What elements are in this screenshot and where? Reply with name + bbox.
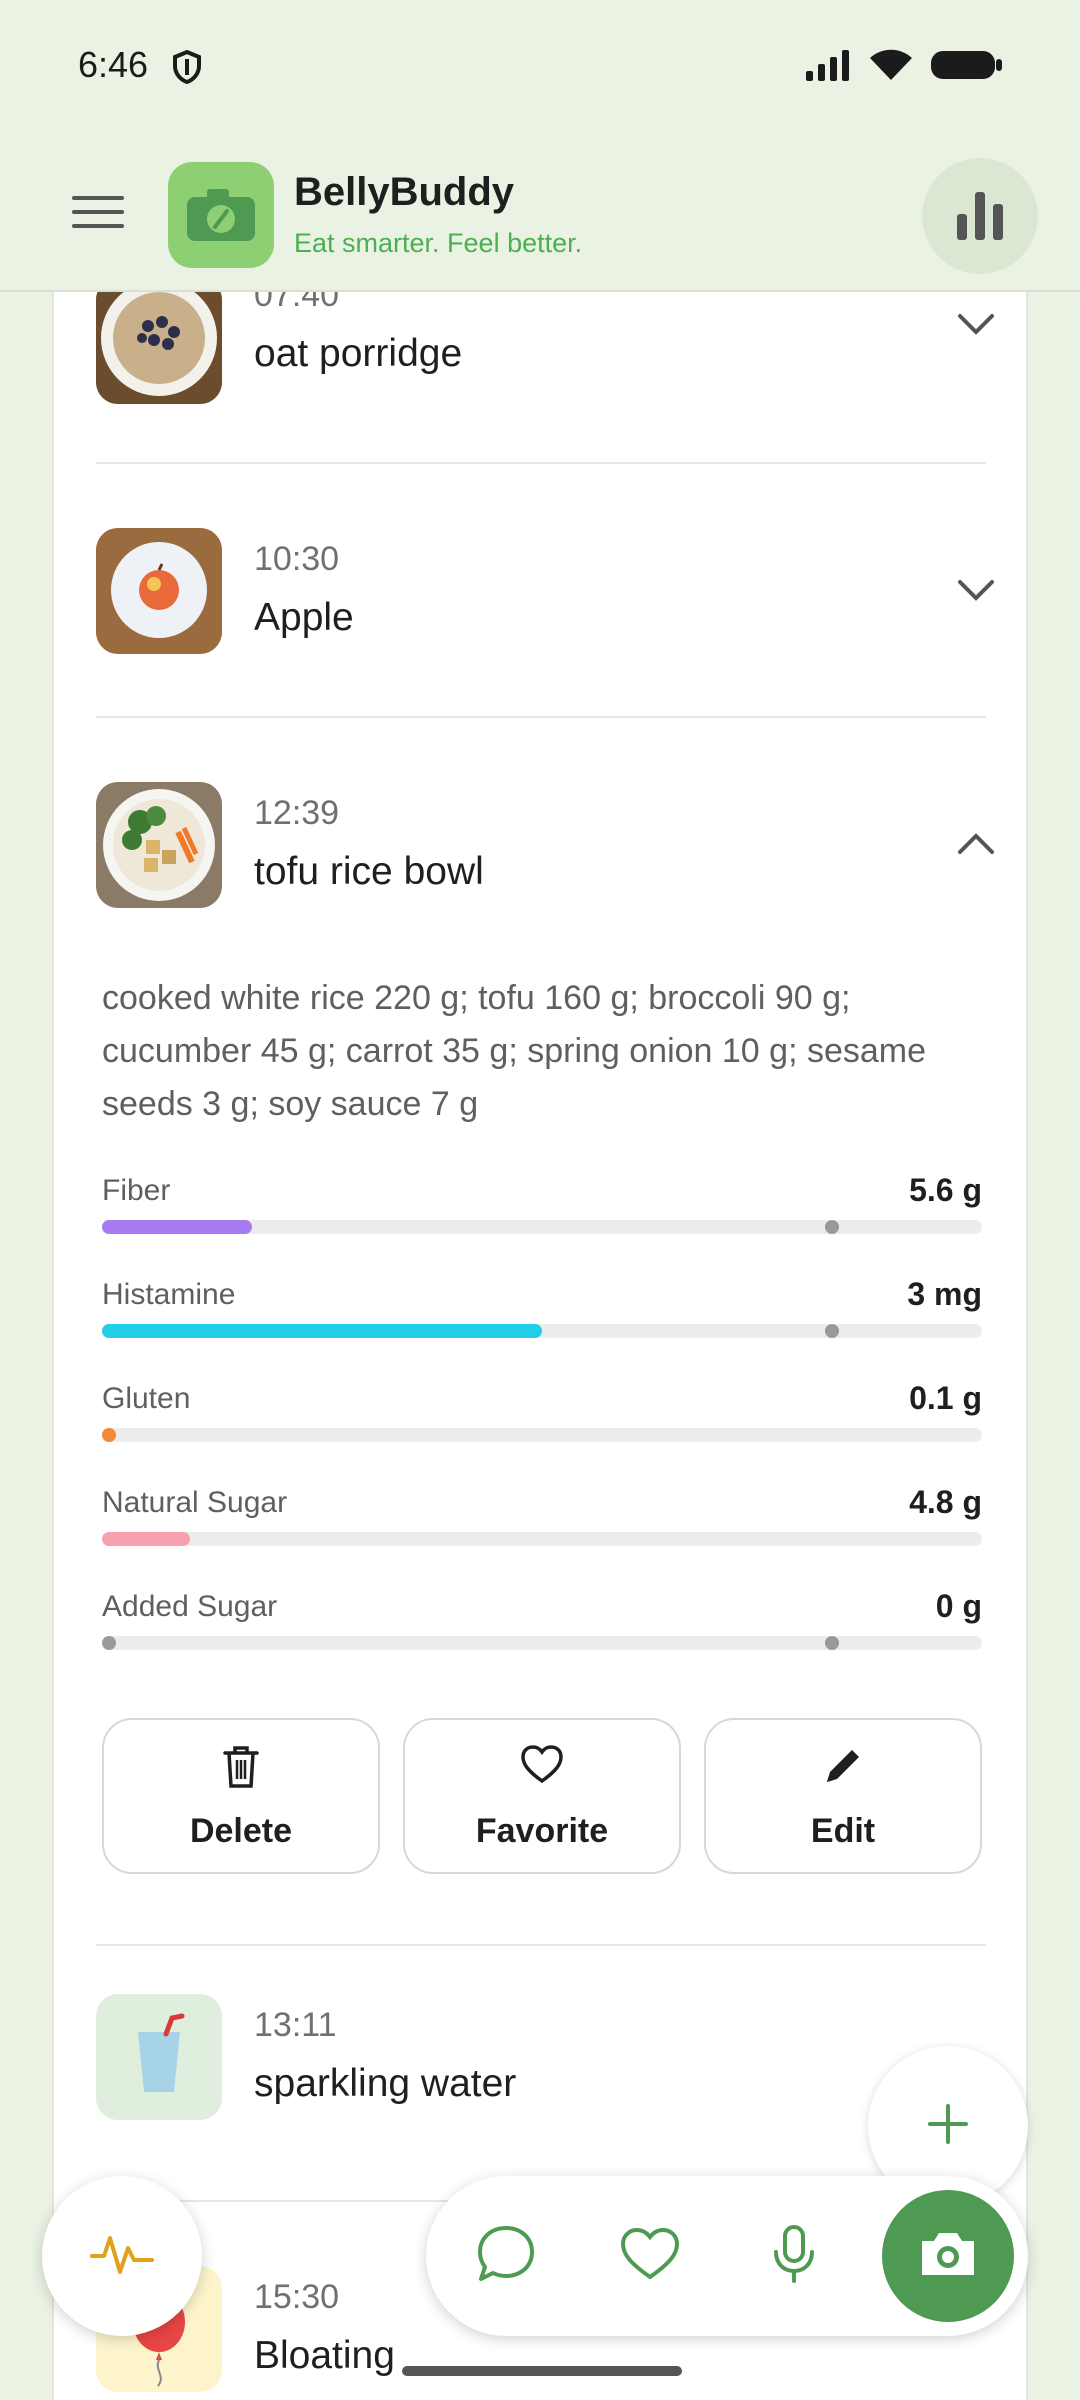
nutrient-gluten: Gluten 0.1 g [102,1380,982,1462]
plus-icon [924,2100,972,2153]
meal-name: sparkling water [254,2062,517,2105]
nutrient-label: Gluten [102,1382,191,1415]
chevron-down-icon[interactable] [954,302,998,346]
meal-item[interactable]: 07:40 oat porridge [96,292,994,432]
delete-label: Delete [189,1812,293,1850]
nutrient-bar-fill [102,1428,116,1442]
heart-icon [620,2227,680,2286]
status-bar: 6:46 [0,0,1080,140]
battery-icon [930,48,1004,87]
nutrient-label: Fiber [102,1174,171,1207]
app-title: BellyBuddy [294,170,515,214]
favorite-button[interactable]: Favorite [403,1718,681,1874]
app-logo [168,162,274,268]
nutrient-value: 4.8 g [909,1484,982,1520]
oat-porridge-photo [96,292,222,404]
statistics-button[interactable] [922,158,1038,274]
wifi-icon [868,48,914,87]
bar-chart-icon [955,188,1005,245]
divider [96,716,986,718]
menu-icon [72,196,124,200]
edit-button[interactable]: Edit [704,1718,982,1874]
app-subtitle: Eat smarter. Feel better. [294,228,583,258]
heart-icon [520,1744,564,1789]
meal-name: Bloating [254,2334,395,2377]
nutrient-bar [102,1428,982,1442]
nutrient-histamine: Histamine 3 mg [102,1276,982,1358]
nutrient-limit-marker [825,1220,839,1234]
meal-ingredients: cooked white rice 220 g; tofu 160 g; bro… [102,979,927,1123]
nutrient-label: Histamine [102,1278,236,1311]
home-indicator [402,2366,682,2376]
nutrient-bar [102,1636,982,1650]
nutrient-bar [102,1532,982,1546]
nutrient-bar-fill [102,1532,190,1546]
trash-icon [221,1744,261,1795]
shield-icon [172,49,202,89]
glass-with-straw-icon [96,1994,222,2120]
nutrient-value: 0 g [935,1588,982,1624]
favorite-label: Favorite [475,1812,609,1850]
edit-label: Edit [810,1812,876,1850]
nutrient-value: 5.6 g [909,1172,982,1208]
favorites-nav-button[interactable] [612,2218,688,2294]
meal-time: 13:11 [254,2006,337,2044]
divider [96,462,986,464]
meal-time: 12:39 [254,794,340,832]
nutrient-bar-fill [102,1324,542,1338]
chat-button[interactable] [468,2218,544,2294]
nutrient-bar-fill [102,1220,252,1234]
camera-icon [918,2229,978,2284]
meal-name: tofu rice bowl [254,850,484,893]
microphone-icon [772,2224,816,2289]
nutrient-label: Natural Sugar [102,1486,288,1519]
menu-button[interactable] [72,196,124,236]
nutrient-fiber: Fiber 5.6 g [102,1172,982,1254]
nutrient-added-sugar: Added Sugar 0 g [102,1588,982,1670]
voice-input-button[interactable] [756,2218,832,2294]
meal-name: oat porridge [254,332,463,375]
meal-item-expanded[interactable]: 12:39 tofu rice bowl [96,782,994,942]
meal-item[interactable]: 10:30 Apple [96,528,994,688]
apple-photo [96,528,222,654]
pulse-icon [90,2226,154,2287]
meal-time: 15:30 [254,2278,340,2316]
app-bar: BellyBuddy Eat smarter. Feel better. [0,140,1080,292]
status-time: 6:46 [78,44,149,85]
symptom-tracker-button[interactable] [42,2176,202,2336]
nutrient-bar [102,1220,982,1234]
delete-button[interactable]: Delete [102,1718,380,1874]
nutrient-limit-marker [825,1636,839,1650]
nutrient-bar [102,1324,982,1338]
meal-name: Apple [254,596,354,639]
chat-icon [475,2223,537,2290]
meal-time: 10:30 [254,540,340,578]
nutrient-value: 0.1 g [909,1380,982,1416]
divider [96,1944,986,1946]
meal-time: 07:40 [254,292,340,314]
meal-item[interactable]: 13:11 sparkling water [96,1994,986,2154]
tofu-rice-bowl-photo [96,782,222,908]
nutrient-value: 3 mg [907,1276,982,1312]
bottom-action-bar [426,2176,1028,2336]
nutrient-limit-marker [825,1324,839,1338]
chevron-up-icon[interactable] [954,822,998,866]
chevron-down-icon[interactable] [954,568,998,612]
nutrient-natural-sugar: Natural Sugar 4.8 g [102,1484,982,1566]
nutrient-label: Added Sugar [102,1590,278,1623]
nutrient-bar-fill [102,1636,116,1650]
camera-button[interactable] [882,2190,1014,2322]
signal-icon [804,49,852,86]
pencil-icon [821,1744,865,1793]
